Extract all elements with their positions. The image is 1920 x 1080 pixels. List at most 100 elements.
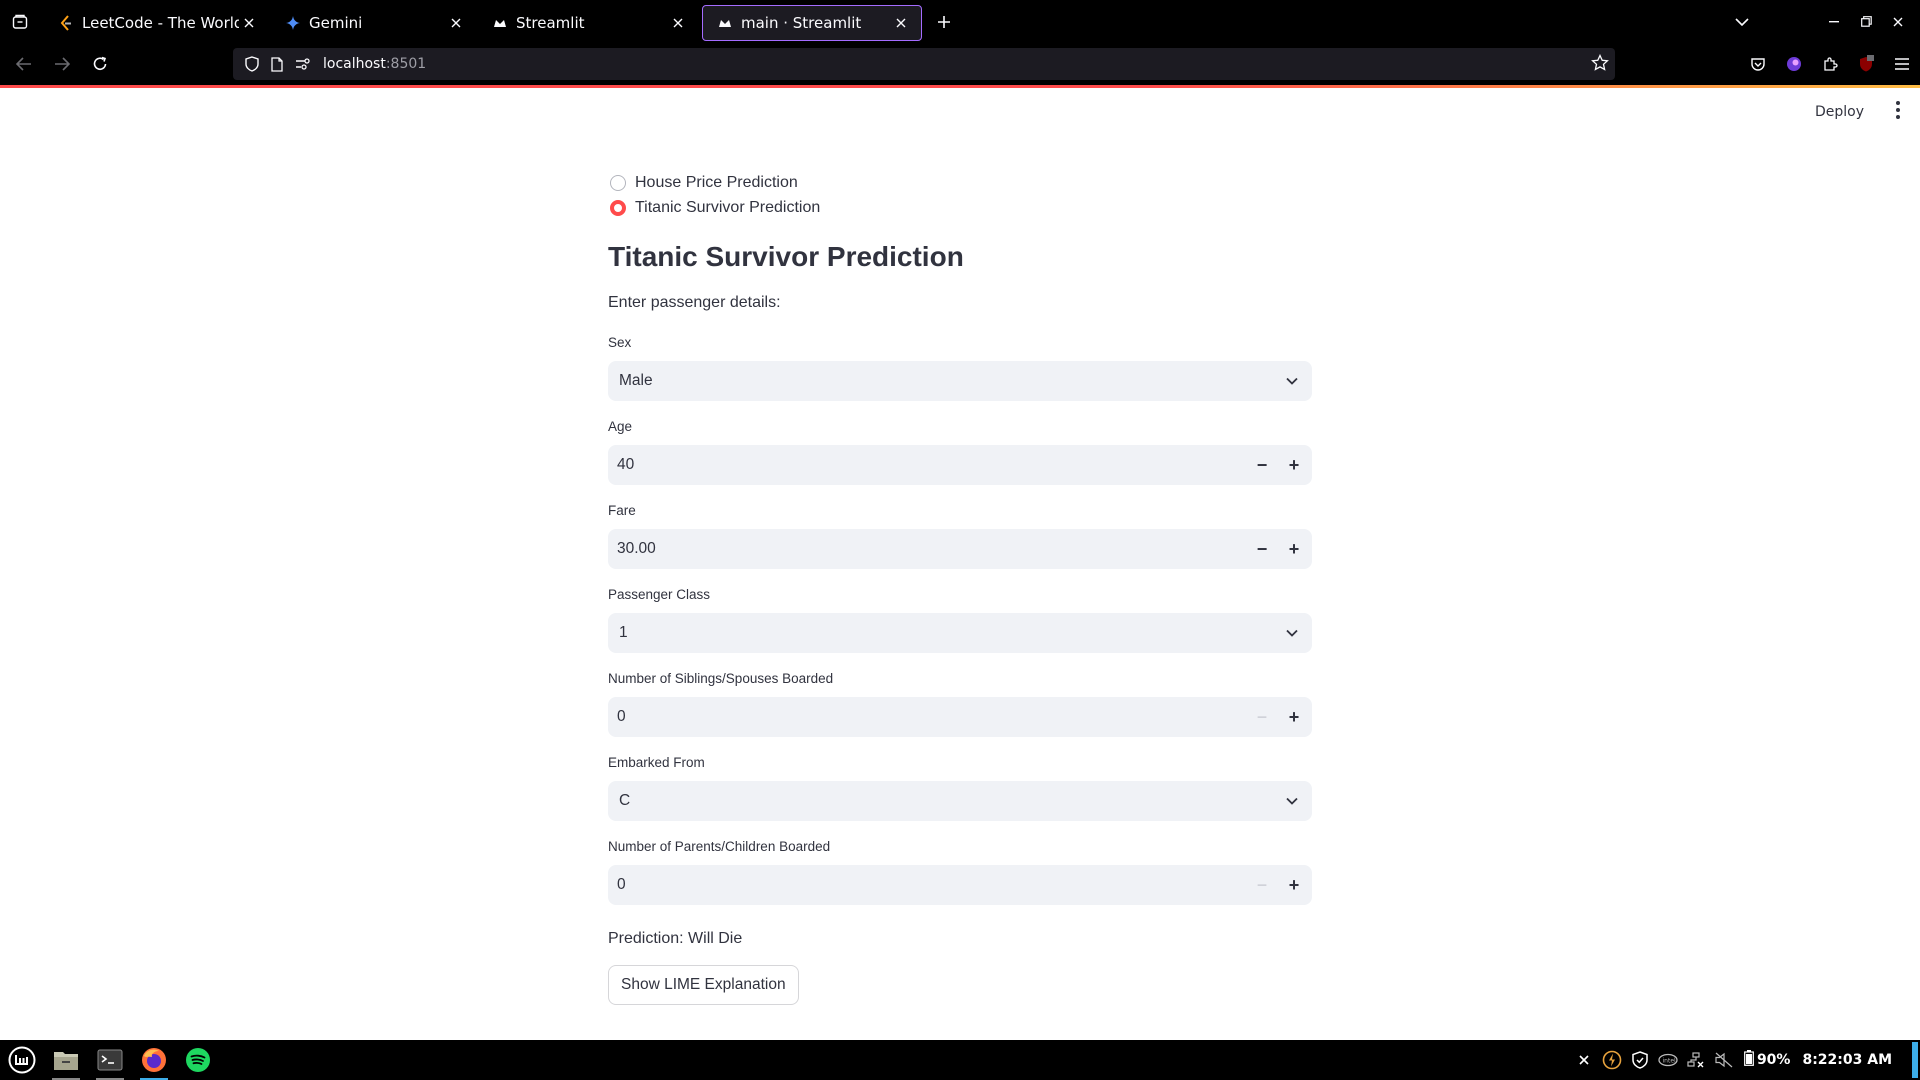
- select-value: 1: [619, 624, 628, 641]
- extensions-puzzle-icon[interactable]: [1812, 56, 1848, 72]
- power-manager-icon[interactable]: [1598, 1050, 1626, 1070]
- tab-leetcode[interactable]: LeetCode - The World's L: [44, 5, 269, 41]
- close-window-icon[interactable]: [1882, 17, 1914, 27]
- age-number-input[interactable]: 40 − +: [608, 445, 1312, 485]
- forward-arrow-icon[interactable]: [44, 46, 80, 82]
- minimize-icon[interactable]: [1818, 20, 1850, 23]
- parch-field: Number of Parents/Children Boarded 0 − +: [608, 837, 1312, 905]
- embarked-field: Embarked From C: [608, 753, 1312, 821]
- restore-icon[interactable]: [1850, 16, 1882, 27]
- increment-plus-icon[interactable]: +: [1278, 445, 1310, 485]
- streamlit-icon: [717, 15, 733, 31]
- sibsp-number-input[interactable]: 0 − +: [608, 697, 1312, 737]
- sex-field: Sex Male: [608, 333, 1312, 401]
- close-icon[interactable]: [891, 13, 911, 33]
- tab-gemini[interactable]: Gemini: [271, 5, 476, 41]
- browser-tab-bar: LeetCode - The World's L Gemini Streamli…: [0, 0, 1920, 43]
- page-title: Titanic Survivor Prediction: [608, 241, 964, 272]
- number-value[interactable]: 30.00: [608, 540, 1246, 558]
- intel-graphics-icon[interactable]: intel: [1654, 1053, 1682, 1067]
- shield-icon[interactable]: [245, 56, 259, 72]
- parch-label: Number of Parents/Children Boarded: [608, 839, 831, 854]
- deploy-button[interactable]: Deploy: [1809, 100, 1870, 124]
- page-info-icon[interactable]: [271, 56, 283, 72]
- hamburger-menu-icon[interactable]: [1884, 58, 1920, 70]
- url-text: localhost:8501: [323, 56, 426, 72]
- show-lime-explanation-button[interactable]: Show LIME Explanation: [608, 965, 799, 1005]
- parch-number-input[interactable]: 0 − +: [608, 865, 1312, 905]
- chevron-down-icon[interactable]: [1272, 377, 1312, 385]
- reload-icon[interactable]: [82, 46, 118, 82]
- sex-select[interactable]: Male: [608, 361, 1312, 401]
- age-label: Age: [608, 419, 633, 434]
- battery-indicator[interactable]: 90%: [1744, 1050, 1791, 1070]
- tab-list-chevron-icon[interactable]: [1726, 17, 1758, 26]
- increment-plus-icon[interactable]: +: [1278, 529, 1310, 569]
- decrement-minus-icon[interactable]: −: [1246, 865, 1278, 905]
- ublock-icon[interactable]: [1848, 55, 1884, 73]
- browser-nav-bar: localhost:8501: [0, 43, 1920, 85]
- show-desktop-button[interactable]: [1912, 1042, 1918, 1078]
- embarked-select[interactable]: C: [608, 781, 1312, 821]
- pclass-field: Passenger Class 1: [608, 585, 1312, 653]
- streamlit-top-decoration: [0, 85, 1920, 88]
- close-icon[interactable]: [668, 13, 688, 33]
- radio-selected-icon[interactable]: [610, 199, 626, 216]
- close-notification-icon[interactable]: [1570, 1055, 1598, 1065]
- fare-field: Fare 30.00 − +: [608, 501, 1312, 569]
- number-value[interactable]: 0: [608, 708, 1246, 726]
- select-value: Male: [619, 372, 653, 389]
- pclass-label: Passenger Class: [608, 587, 711, 602]
- main-menu-icon[interactable]: [1890, 100, 1906, 120]
- radio-label: Titanic Survivor Prediction: [635, 198, 821, 216]
- close-icon[interactable]: [446, 13, 466, 33]
- pocket-icon[interactable]: [1740, 57, 1776, 72]
- radio-option-titanic[interactable]: Titanic Survivor Prediction: [608, 195, 1312, 220]
- security-shield-icon[interactable]: [1626, 1051, 1654, 1069]
- radio-option-house-price[interactable]: House Price Prediction: [608, 170, 1312, 195]
- spotify-app-icon[interactable]: [176, 1040, 220, 1080]
- url-port: :8501: [385, 56, 427, 72]
- new-tab-icon[interactable]: [926, 4, 962, 40]
- number-value[interactable]: 0: [608, 876, 1246, 894]
- clock[interactable]: 8:22:03 AM: [1802, 1052, 1892, 1068]
- extension-profile-icon[interactable]: [1776, 56, 1812, 72]
- firefox-app-icon[interactable]: [132, 1040, 176, 1080]
- decrement-minus-icon[interactable]: −: [1246, 697, 1278, 737]
- close-icon[interactable]: [239, 13, 259, 33]
- back-arrow-icon[interactable]: [6, 46, 42, 82]
- tab-main-streamlit[interactable]: main · Streamlit: [702, 5, 922, 41]
- battery-percent: 90%: [1756, 1052, 1791, 1068]
- toolbar-right: [1740, 43, 1920, 85]
- chevron-down-icon[interactable]: [1272, 797, 1312, 805]
- fare-number-input[interactable]: 30.00 − +: [608, 529, 1312, 569]
- decrement-minus-icon[interactable]: −: [1246, 445, 1278, 485]
- files-app-icon[interactable]: [44, 1040, 88, 1080]
- window-controls: [1726, 0, 1920, 43]
- main-content: House Price Prediction Titanic Survivor …: [608, 170, 1312, 1005]
- decrement-minus-icon[interactable]: −: [1246, 529, 1278, 569]
- increment-plus-icon[interactable]: +: [1278, 865, 1310, 905]
- address-bar[interactable]: localhost:8501: [233, 48, 1615, 80]
- permissions-icon[interactable]: [295, 58, 311, 70]
- svg-text:intel: intel: [1662, 1058, 1676, 1065]
- terminal-app-icon[interactable]: [88, 1040, 132, 1080]
- network-disconnected-icon[interactable]: [1682, 1052, 1710, 1068]
- leetcode-icon: [58, 15, 74, 31]
- tab-streamlit[interactable]: Streamlit: [478, 5, 698, 41]
- pclass-select[interactable]: 1: [608, 613, 1312, 653]
- gemini-icon: [285, 15, 301, 31]
- number-value[interactable]: 40: [608, 456, 1246, 474]
- radio-unselected-icon[interactable]: [610, 174, 626, 191]
- system-tray: intel 90% 8:22:03 AM: [1570, 1040, 1920, 1080]
- bookmark-star-icon[interactable]: [1591, 53, 1609, 76]
- increment-plus-icon[interactable]: +: [1278, 697, 1310, 737]
- streamlit-icon: [492, 15, 508, 31]
- mode-radio-group: House Price Prediction Titanic Survivor …: [608, 170, 1312, 220]
- chevron-down-icon[interactable]: [1272, 629, 1312, 637]
- sibsp-field: Number of Siblings/Spouses Boarded 0 − +: [608, 669, 1312, 737]
- mint-menu-icon[interactable]: [0, 1040, 44, 1080]
- volume-muted-icon[interactable]: [1710, 1052, 1738, 1068]
- prediction-text: Prediction: Will Die: [608, 930, 743, 947]
- tab-overview-icon[interactable]: [0, 0, 40, 43]
